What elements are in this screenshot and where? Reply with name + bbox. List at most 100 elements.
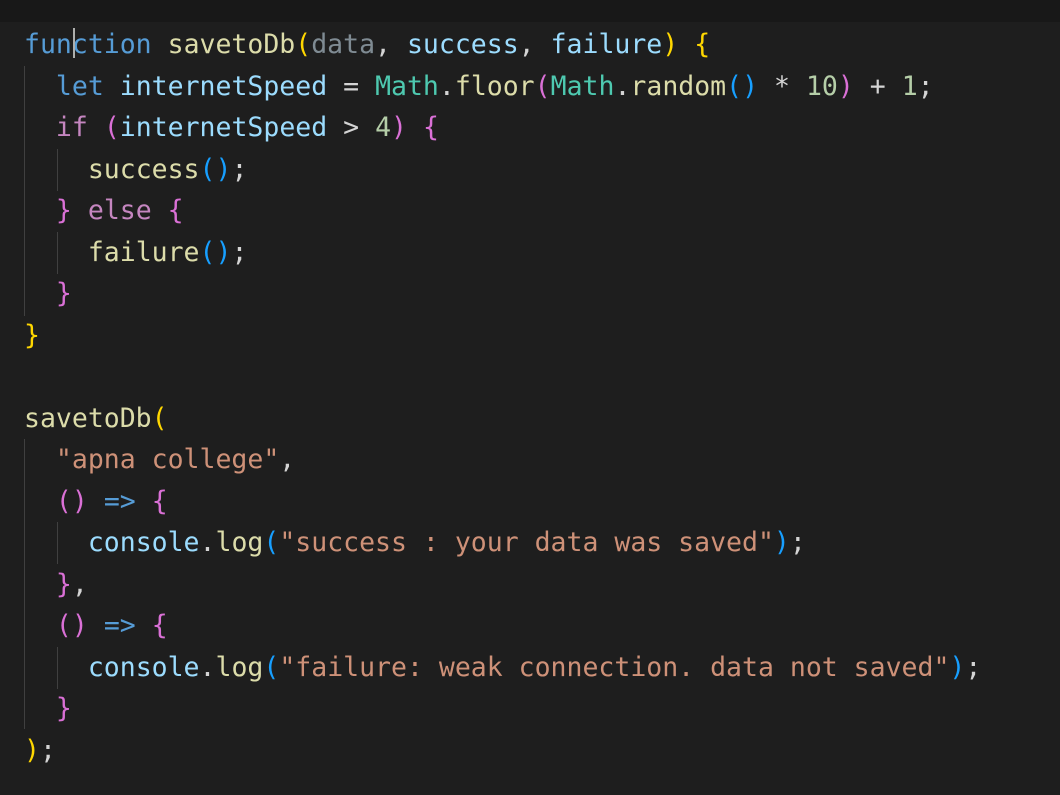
text-cursor — [73, 28, 75, 58]
code-token: ; — [917, 70, 934, 102]
code-token: log — [215, 527, 264, 558]
code-line[interactable]: function savetoDb(data, success, failure… — [24, 24, 981, 66]
code-token: , — [71, 568, 88, 600]
code-line[interactable]: "apna college", — [24, 439, 981, 481]
code-token: internetSpeed — [119, 112, 328, 143]
code-token: * — [758, 70, 806, 102]
code-token: ( — [263, 527, 280, 558]
code-token: else — [87, 195, 152, 226]
code-token: ; — [231, 236, 248, 268]
code-line[interactable]: () => { — [24, 481, 981, 523]
code-token: + — [853, 70, 902, 102]
code-token: ) — [949, 651, 966, 683]
code-token: Math — [375, 70, 439, 102]
code-token: ; — [789, 527, 806, 558]
code-line[interactable] — [24, 356, 981, 398]
code-token: console — [87, 651, 200, 683]
code-token: > — [327, 112, 376, 143]
code-line[interactable]: } — [24, 688, 981, 730]
code-line[interactable]: () => { — [24, 605, 981, 647]
code-token: ; — [231, 153, 248, 185]
code-token: savetoDb — [24, 402, 152, 434]
code-line[interactable]: savetoDb( — [24, 398, 981, 440]
code-area[interactable]: function savetoDb(data, success, failure… — [24, 24, 981, 771]
code-token: ( — [534, 70, 551, 102]
code-token: { — [167, 195, 184, 226]
code-token: ( — [295, 29, 312, 60]
code-token: ( — [103, 112, 120, 143]
code-token: if — [55, 112, 88, 143]
code-token: failure — [550, 29, 663, 60]
code-token: () — [55, 485, 88, 517]
code-token: function — [24, 29, 152, 60]
code-line[interactable]: } — [24, 315, 981, 357]
code-line[interactable]: }, — [24, 564, 981, 606]
code-token: ) — [773, 527, 790, 558]
code-line[interactable]: console.log("success : your data was sav… — [24, 522, 981, 564]
code-token: floor — [454, 70, 535, 102]
code-token: } — [55, 568, 72, 600]
code-token: { — [694, 29, 711, 60]
code-token: () — [726, 70, 759, 102]
code-token: } — [24, 319, 40, 351]
code-line[interactable]: if (internetSpeed > 4) { — [24, 107, 981, 149]
code-token: ; — [39, 734, 56, 766]
code-token: => — [103, 610, 136, 641]
code-token: console — [87, 527, 200, 558]
code-token: , — [375, 29, 407, 60]
code-line[interactable]: console.log("failure: weak connection. d… — [24, 647, 982, 689]
code-token: { — [422, 112, 439, 143]
code-token: ) — [837, 70, 854, 102]
code-token: } — [55, 278, 72, 309]
code-token: log — [215, 651, 264, 683]
code-line[interactable]: failure(); — [24, 232, 981, 274]
code-token: Math — [550, 70, 615, 102]
code-token: random — [630, 70, 727, 102]
code-token: . — [614, 70, 631, 102]
code-token: 10 — [805, 70, 838, 102]
code-line[interactable]: } else { — [24, 190, 981, 232]
code-token: () — [55, 610, 88, 641]
code-token: 1 — [901, 70, 918, 102]
code-token: data — [311, 29, 376, 60]
code-token: = — [327, 70, 376, 102]
code-token: . — [199, 651, 216, 683]
code-token: . — [438, 70, 455, 102]
code-line[interactable]: success(); — [24, 149, 981, 191]
code-token: ( — [151, 402, 168, 434]
code-token: success — [87, 153, 200, 185]
code-token: ( — [263, 651, 280, 683]
code-editor[interactable]: function savetoDb(data, success, failure… — [0, 0, 1060, 795]
code-token: } — [55, 195, 72, 226]
code-token: () — [199, 153, 232, 185]
code-line[interactable]: } — [24, 273, 981, 315]
code-line[interactable]: let internetSpeed = Math.floor(Math.rand… — [24, 66, 981, 108]
code-line[interactable]: ); — [24, 730, 981, 772]
code-token: "failure: weak connection. data not save… — [279, 651, 950, 683]
code-token: ) — [24, 734, 40, 766]
code-token: "apna college" — [55, 444, 280, 475]
code-token: => — [103, 485, 136, 517]
code-token: internetSpeed — [119, 70, 328, 102]
